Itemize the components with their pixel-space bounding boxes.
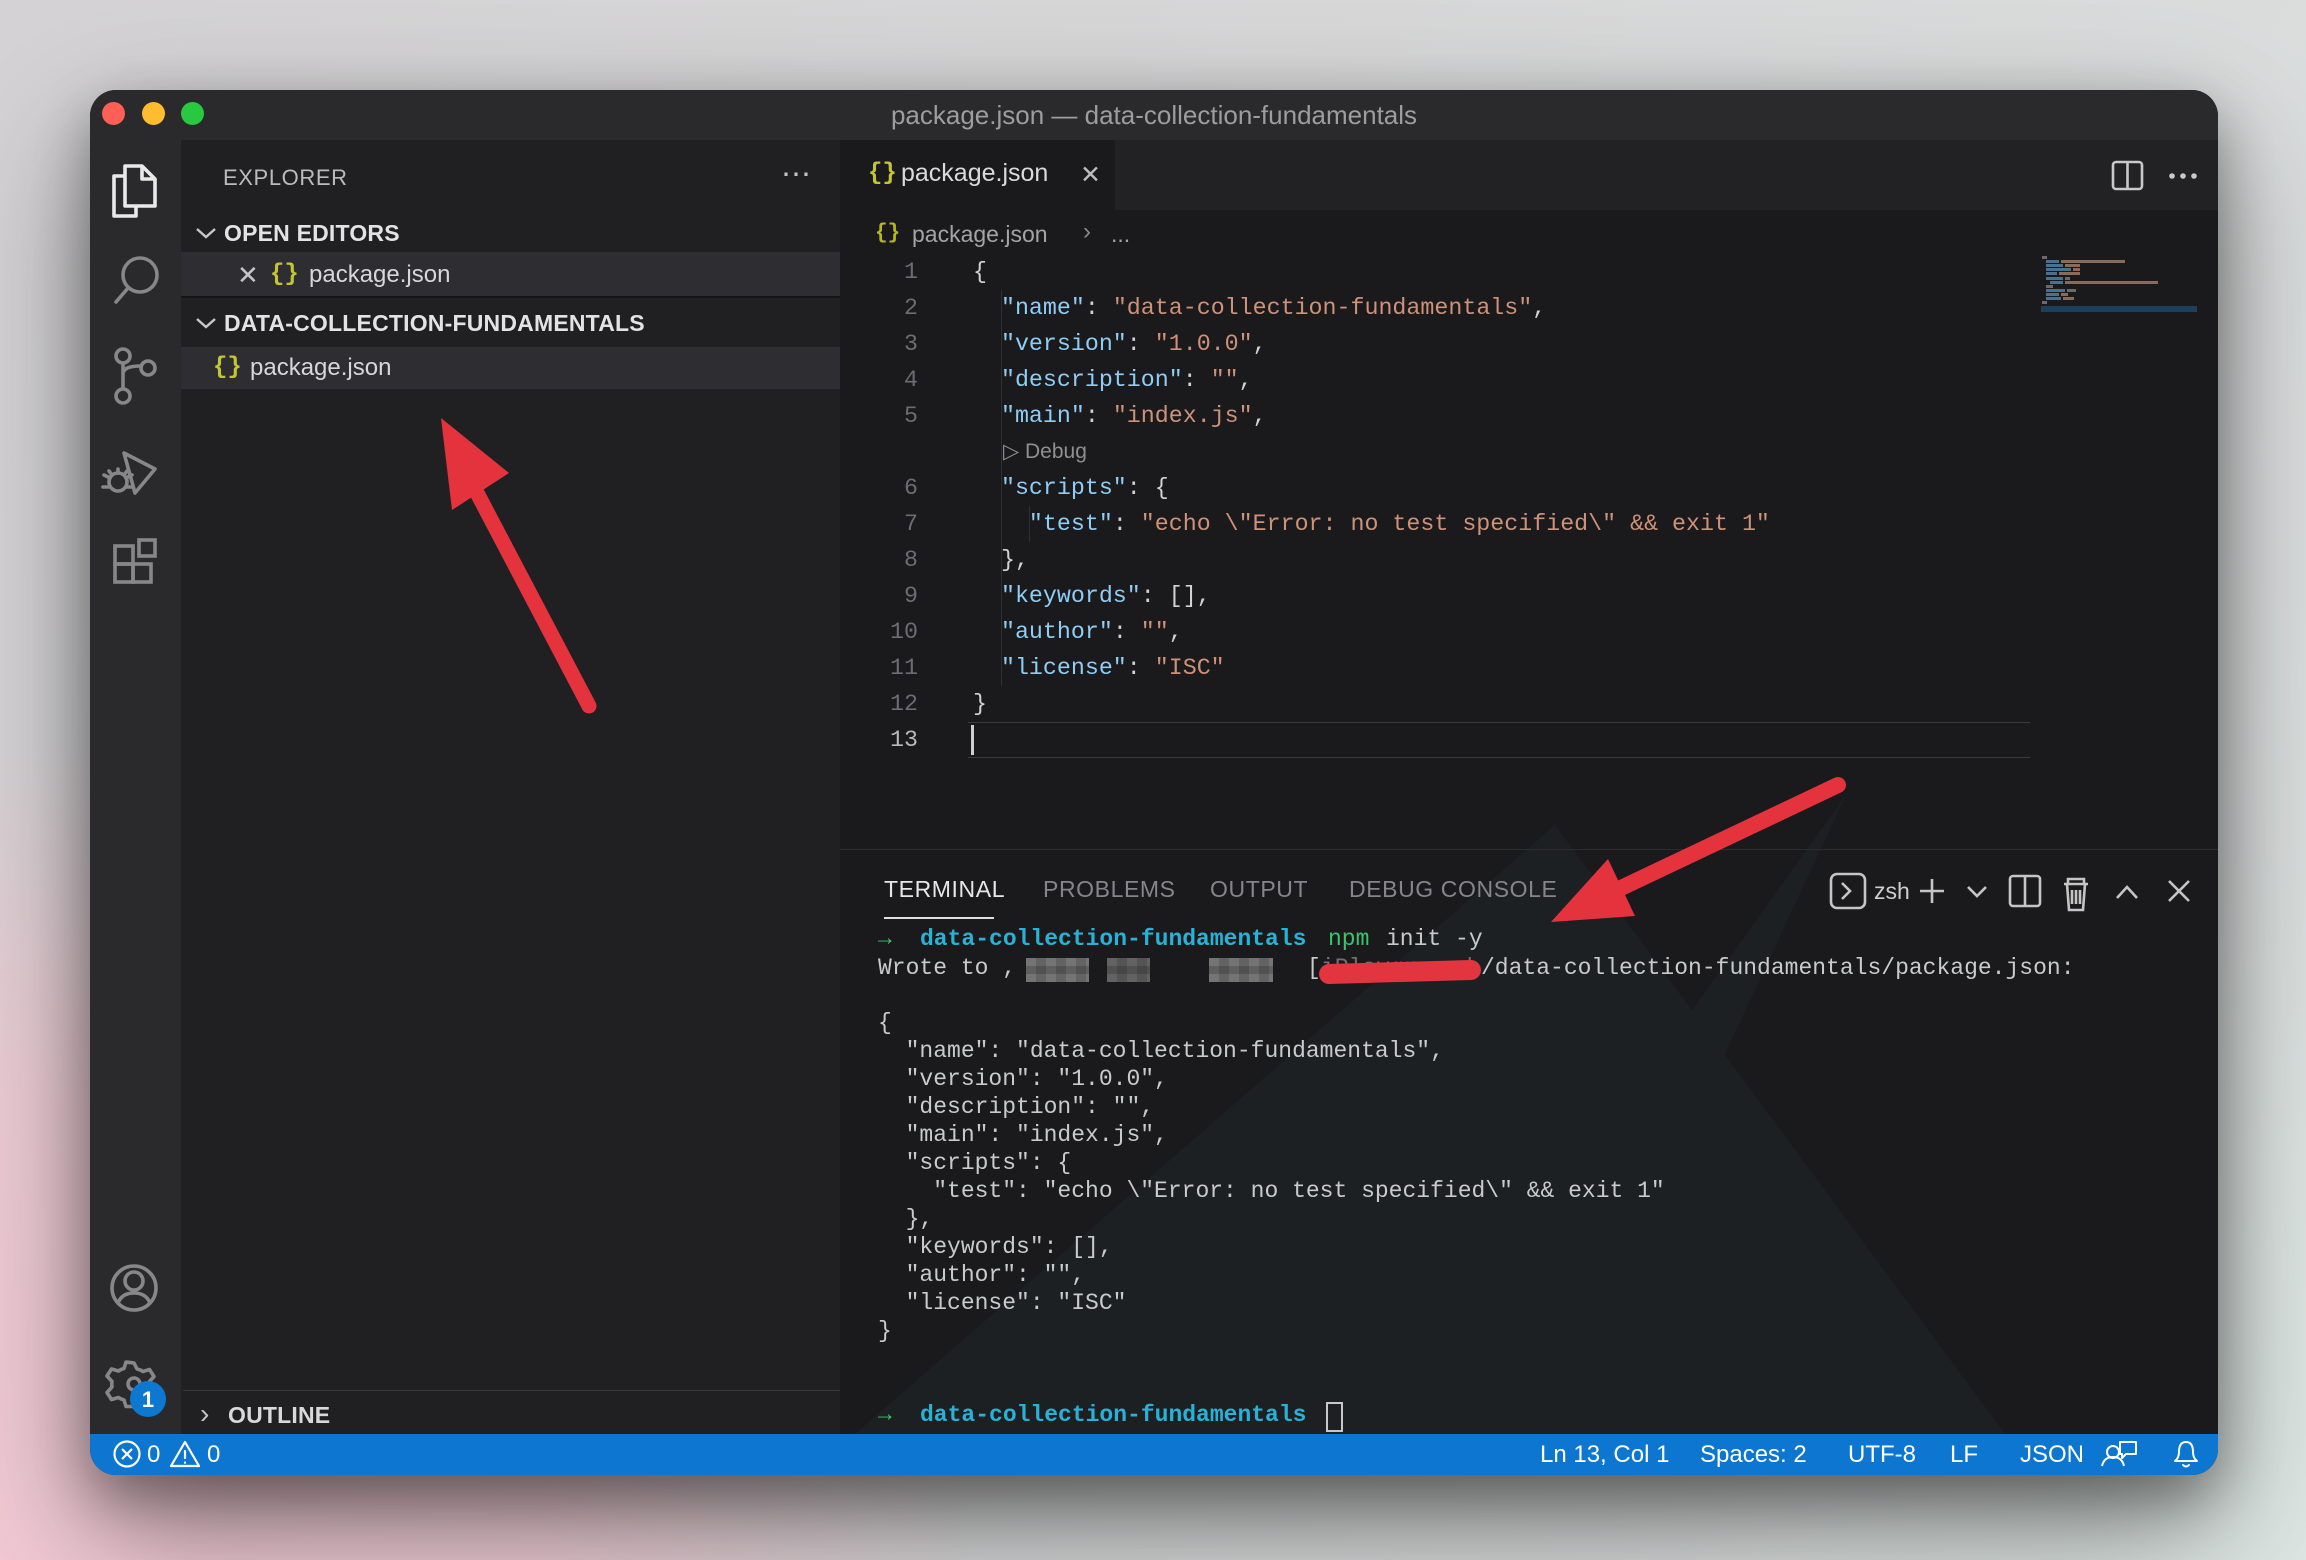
svg-text:0: 0 bbox=[207, 1441, 220, 1468]
svg-text:1: 1 bbox=[142, 1387, 154, 1412]
svg-text:Ln 13, Col 1: Ln 13, Col 1 bbox=[1540, 1441, 1669, 1468]
svg-text:zsh: zsh bbox=[1874, 878, 1910, 904]
svg-text:0: 0 bbox=[147, 1441, 160, 1468]
svg-text:Spaces: 2: Spaces: 2 bbox=[1700, 1441, 1807, 1468]
svg-text:LF: LF bbox=[1950, 1441, 1978, 1468]
svg-text:UTF-8: UTF-8 bbox=[1848, 1441, 1916, 1468]
svg-text:JSON: JSON bbox=[2020, 1441, 2084, 1468]
